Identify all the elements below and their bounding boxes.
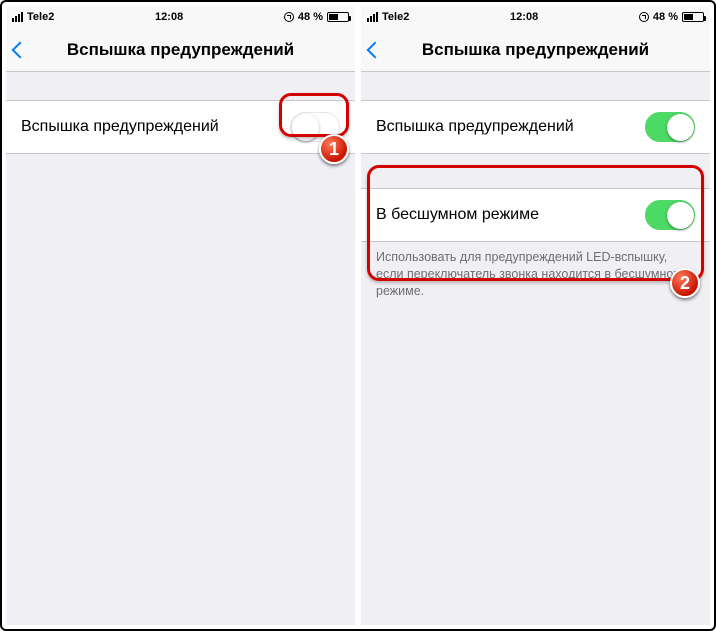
settings-content: Вспышка предупреждений В бесшумном режим… xyxy=(361,72,710,625)
carrier-label: Tele2 xyxy=(382,11,409,23)
section-footer: Использовать для предупреждений LED-вспы… xyxy=(361,242,710,300)
alarm-icon xyxy=(639,12,649,22)
screenshot-pair: Tele2 12:08 48 % Вспышка предупреждений … xyxy=(0,0,716,631)
row-silent-mode[interactable]: В бесшумном режиме xyxy=(361,188,710,242)
toggle-flash-alerts[interactable] xyxy=(290,112,340,142)
back-button[interactable] xyxy=(369,28,381,71)
phone-right: Tele2 12:08 48 % Вспышка предупреждений … xyxy=(361,6,710,625)
row-flash-alerts[interactable]: Вспышка предупреждений xyxy=(6,100,355,154)
back-button[interactable] xyxy=(14,28,26,71)
status-right: 48 % xyxy=(284,11,349,23)
battery-pct: 48 % xyxy=(653,11,678,23)
row-label: Вспышка предупреждений xyxy=(376,118,574,136)
row-label: В бесшумном режиме xyxy=(376,206,539,224)
settings-content: Вспышка предупреждений xyxy=(6,72,355,625)
toggle-silent-mode[interactable] xyxy=(645,200,695,230)
status-left: Tele2 xyxy=(367,11,409,23)
status-bar: Tele2 12:08 48 % xyxy=(6,6,355,28)
status-time: 12:08 xyxy=(510,11,538,23)
signal-bars-icon xyxy=(367,12,378,22)
row-label: Вспышка предупреждений xyxy=(21,118,219,136)
status-bar: Tele2 12:08 48 % xyxy=(361,6,710,28)
phone-left: Tele2 12:08 48 % Вспышка предупреждений … xyxy=(6,6,355,625)
battery-icon xyxy=(682,12,704,22)
chevron-left-icon xyxy=(12,41,29,58)
status-right: 48 % xyxy=(639,11,704,23)
status-left: Tele2 xyxy=(12,11,54,23)
page-title: Вспышка предупреждений xyxy=(67,40,294,60)
row-flash-alerts[interactable]: Вспышка предупреждений xyxy=(361,100,710,154)
nav-bar: Вспышка предупреждений xyxy=(6,28,355,72)
alarm-icon xyxy=(284,12,294,22)
battery-pct: 48 % xyxy=(298,11,323,23)
signal-bars-icon xyxy=(12,12,23,22)
page-title: Вспышка предупреждений xyxy=(422,40,649,60)
carrier-label: Tele2 xyxy=(27,11,54,23)
toggle-flash-alerts[interactable] xyxy=(645,112,695,142)
chevron-left-icon xyxy=(367,41,384,58)
nav-bar: Вспышка предупреждений xyxy=(361,28,710,72)
battery-icon xyxy=(327,12,349,22)
status-time: 12:08 xyxy=(155,11,183,23)
